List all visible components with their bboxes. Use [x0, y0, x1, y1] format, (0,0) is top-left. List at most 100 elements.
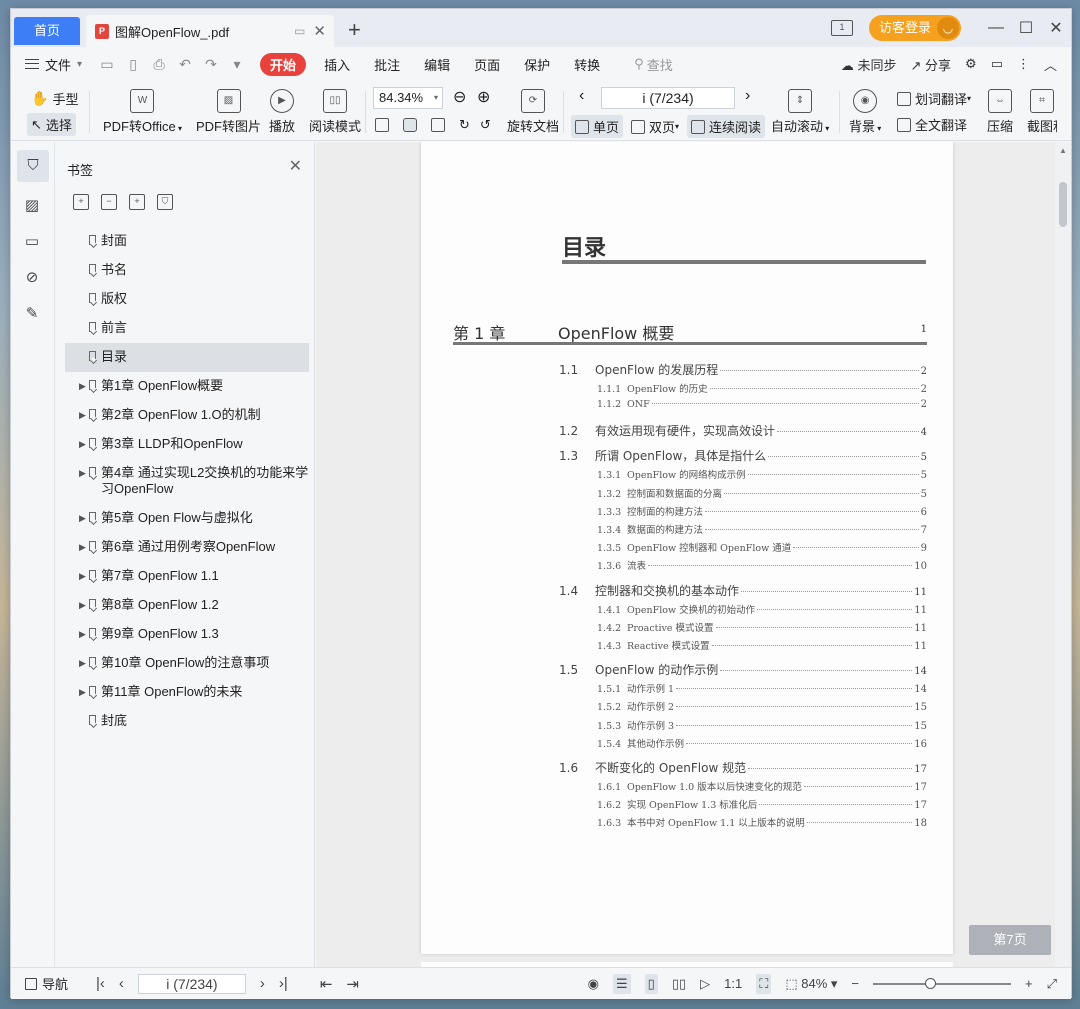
toc-subsection-row[interactable]: 1.3.4 数据面的构建方法 7 — [559, 522, 927, 536]
toc-section-row[interactable]: 1.3 所谓 OpenFlow，具体是指什么 5 — [559, 447, 927, 464]
menu-tab-insert[interactable]: 插入 — [324, 55, 350, 74]
toc-subsection-row[interactable]: 1.3.5 OpenFlow 控制器和 OpenFlow 通道 9 — [559, 540, 927, 554]
menu-tab-protect[interactable]: 保护 — [524, 55, 550, 74]
fullscreen-icon[interactable]: ⤢ — [1047, 976, 1057, 992]
bookmark-item[interactable]: 封底 — [65, 707, 309, 736]
screenshot-button[interactable]: ⌗ 截图和 — [1027, 89, 1057, 135]
play-button[interactable]: ▶ 播放 — [269, 89, 295, 135]
prev-page-icon[interactable]: ‹ — [579, 87, 584, 105]
prev-page-status-icon[interactable]: ‹ — [119, 975, 124, 992]
menu-tab-convert[interactable]: 转换 — [574, 55, 600, 74]
home-tab[interactable]: 首页 — [14, 17, 80, 45]
toc-subsection-row[interactable]: 1.5.1 动作示例 1 14 — [559, 681, 927, 695]
bookmark-item[interactable]: ▶ 第2章 OpenFlow 1.O的机制 — [65, 401, 309, 430]
document-tab[interactable]: P 图解OpenFlow_.pdf ▭ ✕ — [86, 15, 334, 47]
expand-arrow-icon[interactable]: ▶ — [79, 626, 86, 642]
toc-subsection-row[interactable]: 1.5.3 动作示例 3 15 — [559, 718, 927, 732]
back-icon[interactable]: ⇤ — [320, 975, 333, 993]
expand-arrow-icon[interactable]: ▶ — [79, 407, 86, 423]
toc-subsection-row[interactable]: 1.6.3 本书中对 OpenFlow 1.1 以上版本的说明 18 — [559, 815, 927, 829]
file-menu[interactable]: 文件 ▾ — [25, 55, 82, 74]
toc-subsection-row[interactable]: 1.5.4 其他动作示例 16 — [559, 736, 927, 750]
search-box[interactable]: ⚲ 查找 — [634, 55, 673, 74]
auto-scroll-button[interactable]: ⇕ 自动滚动 ▾ — [771, 89, 829, 135]
page-number-input[interactable]: i (7/234) — [601, 87, 735, 109]
bookmark-item[interactable]: 版权 — [65, 285, 309, 314]
toc-subsection-row[interactable]: 1.3.3 控制面的构建方法 6 — [559, 504, 927, 518]
bookmark-item[interactable]: ▶ 第11章 OpenFlow的未来 — [65, 678, 309, 707]
compress-button[interactable]: ⇔ 压缩 — [987, 89, 1013, 135]
sync-button[interactable]: ☁ 未同步 — [841, 55, 897, 74]
close-panel-icon[interactable]: ✕ — [289, 156, 302, 176]
attachment-icon[interactable]: ⊘ — [22, 268, 42, 288]
zoom-select[interactable]: 84.34% ▾ — [373, 87, 443, 109]
document-viewport[interactable]: 目录 第 1 章 OpenFlow 概要 1 1.1 OpenFlow 的发展历程… — [316, 142, 1057, 967]
signature-icon[interactable]: ✎ — [22, 304, 42, 324]
bookmark-item[interactable]: ▶ 第5章 Open Flow与虚拟化 — [65, 504, 309, 533]
menu-tab-start[interactable]: 开始 — [260, 52, 307, 76]
toc-section-row[interactable]: 1.2 有效运用现有硬件，实现高效设计 4 — [559, 422, 927, 439]
bookmark-item[interactable]: 封面 — [65, 227, 309, 256]
toc-section-row[interactable]: 1.1 OpenFlow 的发展历程 2 — [559, 361, 927, 378]
print-icon[interactable]: ⎙ — [150, 56, 168, 73]
menu-tab-annotate[interactable]: 批注 — [374, 55, 400, 74]
open-folder-icon[interactable]: ▭ — [98, 56, 116, 73]
zoom-select-status[interactable]: ⬚ 84% ▾ — [785, 976, 837, 992]
word-translate-button[interactable]: 划词翻译 ▾ — [897, 89, 971, 108]
expand-arrow-icon[interactable]: ▶ — [79, 568, 86, 584]
comment-panel-icon[interactable]: ▭ — [22, 232, 42, 252]
next-page-status-icon[interactable]: › — [260, 975, 265, 992]
toc-section-row[interactable]: 1.6 不断变化的 OpenFlow 规范 17 — [559, 759, 927, 776]
toc-subsection-row[interactable]: 1.6.1 OpenFlow 1.0 版本以后快速变化的规范 17 — [559, 779, 927, 793]
tab-close-icon[interactable]: ✕ — [313, 22, 326, 40]
toc-subsection-row[interactable]: 1.4.3 Reactive 模式设置 11 — [559, 638, 927, 652]
last-page-icon[interactable]: ›| — [279, 975, 288, 992]
status-page-input[interactable]: i (7/234) — [137, 973, 246, 994]
menu-tab-page[interactable]: 页面 — [474, 55, 500, 74]
eye-mode-icon[interactable]: ◉ — [588, 976, 599, 992]
full-translate-button[interactable]: 全文翻译 — [897, 115, 967, 134]
toc-section-row[interactable]: 1.5 OpenFlow 的动作示例 14 — [559, 661, 927, 678]
single-page-mode-icon[interactable]: ▯ — [644, 973, 658, 994]
vertical-scrollbar[interactable]: ▲ — [1055, 142, 1071, 967]
pdf-to-office-button[interactable]: W PDF转Office ▾ — [103, 89, 182, 135]
bookmark-item[interactable]: ▶ 第1章 OpenFlow概要 — [65, 372, 309, 401]
expand-arrow-icon[interactable]: ▶ — [79, 597, 86, 613]
minimize-icon[interactable]: — — [981, 19, 1011, 37]
bookmark-item[interactable]: ▶ 第3章 LLDP和OpenFlow — [65, 430, 309, 459]
fit-page-icon[interactable] — [403, 118, 417, 132]
redo-icon[interactable]: ↷ — [202, 56, 220, 73]
read-mode-button[interactable]: ▯▯ 阅读模式 — [309, 89, 361, 135]
menu-tab-edit[interactable]: 编辑 — [424, 55, 450, 74]
undo-icon[interactable]: ↶ — [176, 56, 194, 73]
new-tab-button[interactable]: + — [348, 17, 361, 43]
settings-icon[interactable]: ⚙ — [965, 56, 977, 72]
single-page-button[interactable]: 单页 — [571, 115, 624, 138]
page-indicator-button[interactable]: 第7页 — [969, 925, 1051, 955]
rotate-left-icon[interactable]: ↻ — [459, 117, 470, 133]
collapse-all-icon[interactable]: − — [101, 194, 117, 210]
expand-arrow-icon[interactable]: ▶ — [79, 684, 86, 700]
add-bookmark-icon[interactable]: + — [129, 194, 145, 210]
continuous-mode-icon[interactable]: ☰ — [613, 973, 631, 994]
zoom-slider-knob[interactable] — [925, 977, 936, 989]
chapter-row[interactable]: 第 1 章 OpenFlow 概要 1 — [453, 320, 927, 343]
fit-width-icon[interactable] — [431, 118, 445, 132]
expand-arrow-icon[interactable]: ▶ — [79, 510, 86, 526]
expand-arrow-icon[interactable]: ▶ — [79, 378, 86, 394]
toc-subsection-row[interactable]: 1.1.1 OpenFlow 的历史 2 — [559, 381, 927, 395]
toc-subsection-row[interactable]: 1.5.2 动作示例 2 15 — [559, 699, 927, 713]
toc-subsection-row[interactable]: 1.3.1 OpenFlow 的网络构成示例 5 — [559, 467, 927, 481]
scroll-up-icon[interactable]: ▲ — [1059, 146, 1067, 155]
collapse-ribbon-icon[interactable]: ︿ — [1044, 55, 1057, 74]
play-mode-icon[interactable]: ▷ — [700, 976, 710, 992]
zoom-slider[interactable] — [873, 977, 1011, 989]
actual-size-icon[interactable] — [375, 118, 389, 132]
bookmark-item[interactable]: ▶ 第4章 通过实现L2交换机的功能来学习OpenFlow — [65, 459, 309, 504]
hand-tool-button[interactable]: ✋ 手型 — [31, 89, 78, 108]
zoom-out-status-icon[interactable]: − — [851, 976, 859, 991]
forward-icon[interactable]: ⇥ — [346, 975, 359, 993]
bookmark-item[interactable]: 书名 — [65, 256, 309, 285]
comment-icon[interactable]: ▭ — [991, 56, 1003, 72]
scroll-thumb[interactable] — [1059, 182, 1067, 227]
